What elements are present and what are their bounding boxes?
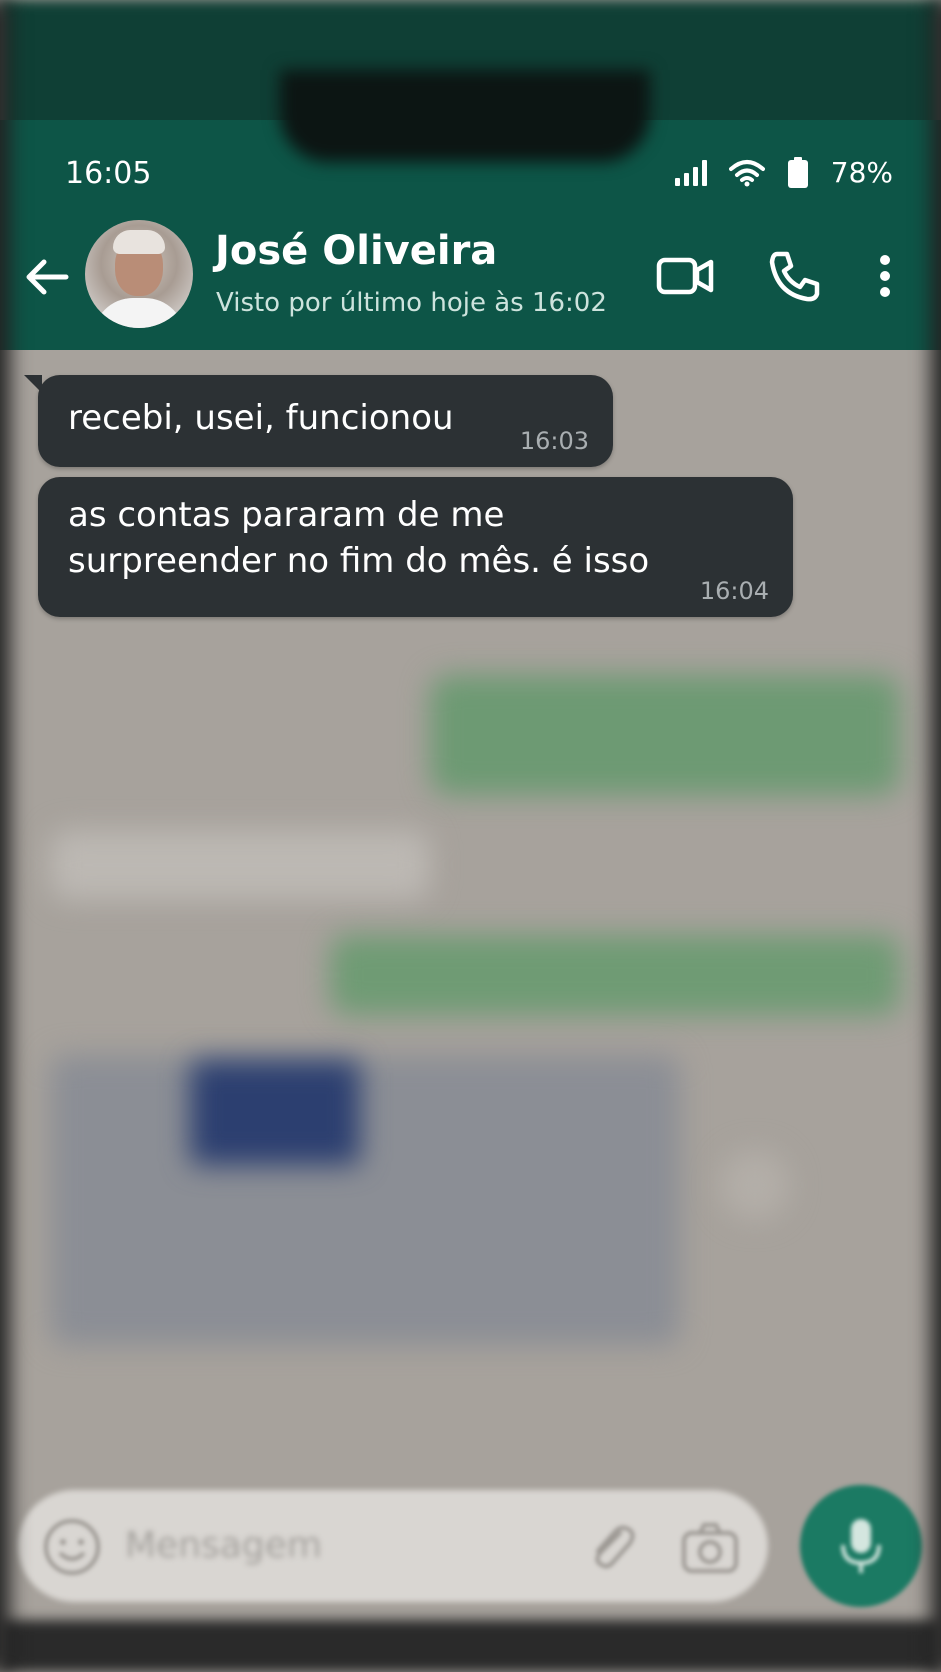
status-indicators: 78%: [674, 156, 893, 189]
device-frame-bottom: [0, 1620, 941, 1672]
message-time: 16:04: [699, 577, 769, 605]
message-bubble-incoming[interactable]: as contas pararam de me surpreender no f…: [38, 477, 793, 617]
attach-icon[interactable]: [580, 1515, 644, 1579]
message-input[interactable]: Mensagem: [125, 1525, 322, 1566]
battery-icon: [787, 156, 808, 188]
blurred-image-detail: [190, 1060, 360, 1165]
camera-icon[interactable]: [678, 1515, 742, 1579]
voice-call-icon[interactable]: [765, 246, 825, 306]
device-frame-left: [0, 0, 10, 1672]
status-time: 16:05: [65, 156, 152, 191]
wifi-icon: [728, 159, 765, 186]
message-text: as contas pararam de me surpreender no f…: [68, 492, 649, 584]
blurred-outgoing-message: [430, 675, 900, 795]
phone-screen: 16:05 78% José Oliveira Visto por último…: [0, 0, 941, 1672]
chat-header: José Oliveira Visto por último hoje às 1…: [0, 220, 941, 350]
blurred-outgoing-message: [330, 935, 900, 1015]
mic-icon: [841, 1519, 881, 1573]
message-text: recebi, usei, funcionou: [68, 398, 454, 438]
contact-name[interactable]: José Oliveira: [215, 228, 497, 274]
more-options-icon[interactable]: [865, 246, 905, 306]
video-call-icon[interactable]: [655, 246, 715, 306]
device-frame-right: [931, 0, 941, 1672]
message-bubble-incoming[interactable]: recebi, usei, funcionou 16:03: [24, 375, 613, 467]
back-arrow-icon[interactable]: [20, 250, 74, 304]
camera-notch: [280, 70, 650, 162]
message-line: surpreender no fim do mês. é isso: [68, 541, 650, 581]
message-time: 16:03: [519, 427, 589, 455]
blurred-shared-image: [50, 1055, 680, 1345]
blurred-forward-button: [720, 1150, 790, 1220]
message-line: as contas pararam de me: [68, 495, 505, 535]
last-seen-status: Visto por último hoje às 16:02: [216, 288, 607, 318]
emoji-icon[interactable]: [40, 1515, 104, 1579]
signal-icon: [674, 159, 707, 186]
blurred-incoming-message: [50, 830, 430, 900]
battery-level: 78%: [830, 156, 893, 189]
contact-avatar[interactable]: [85, 220, 193, 328]
